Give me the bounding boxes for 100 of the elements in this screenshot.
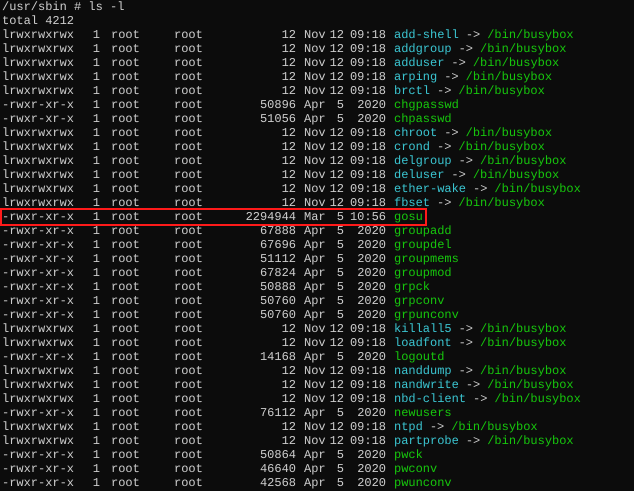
group-text: root bbox=[174, 392, 204, 406]
time-text: 09:18 bbox=[348, 392, 386, 406]
month-text: Apr bbox=[304, 280, 326, 294]
group-text: root bbox=[174, 182, 204, 196]
link-target: /bin/busybox bbox=[466, 126, 552, 140]
file-name: chroot bbox=[394, 126, 438, 140]
day-text: 12 bbox=[328, 126, 344, 140]
link-target: /bin/busybox bbox=[494, 392, 581, 406]
size-text: 12 bbox=[280, 154, 296, 168]
owner-text: root bbox=[111, 28, 141, 42]
owner-text: root bbox=[111, 476, 141, 490]
day-text: 12 bbox=[328, 168, 344, 182]
owner-text: root bbox=[111, 42, 141, 56]
link-target: /bin/busybox bbox=[472, 168, 560, 182]
file-name: pwck bbox=[394, 448, 423, 462]
permissions-text: lrwxrwxrwx bbox=[2, 70, 74, 84]
link-target: /bin/busybox bbox=[480, 336, 566, 350]
day-text: 12 bbox=[328, 84, 344, 98]
size-text: 42568 bbox=[258, 476, 296, 490]
day-text: 5 bbox=[336, 476, 344, 490]
permissions-text: lrwxrwxrwx bbox=[2, 336, 74, 350]
month-text: Nov bbox=[304, 168, 326, 182]
link-target: /bin/busybox bbox=[487, 28, 574, 42]
group-text: root bbox=[174, 434, 204, 448]
permissions-text: -rwxr-xr-x bbox=[2, 252, 74, 266]
month-text: Apr bbox=[304, 462, 326, 476]
link-count-text: 1 bbox=[92, 252, 100, 266]
size-text: 12 bbox=[280, 28, 296, 42]
time-text: 2020 bbox=[356, 448, 386, 462]
time-text: 09:18 bbox=[348, 378, 386, 392]
permissions-text: -rwxr-xr-x bbox=[2, 308, 74, 322]
time-text: 10:56 bbox=[348, 210, 386, 224]
file-name: logoutd bbox=[394, 350, 444, 364]
time-text: 09:18 bbox=[348, 336, 386, 350]
link-target: /bin/busybox bbox=[458, 196, 545, 210]
time-text: 2020 bbox=[356, 238, 386, 252]
owner-text: root bbox=[111, 56, 141, 70]
time-text: 2020 bbox=[356, 476, 386, 490]
permissions-text: lrwxrwxrwx bbox=[2, 84, 74, 98]
owner-text: root bbox=[111, 238, 141, 252]
month-text: Apr bbox=[304, 112, 326, 126]
group-text: root bbox=[174, 224, 204, 238]
file-name: nbd-client bbox=[394, 392, 466, 406]
link-count-text: 1 bbox=[92, 448, 100, 462]
month-text: Nov bbox=[304, 154, 326, 168]
permissions-text: lrwxrwxrwx bbox=[2, 126, 74, 140]
time-text: 09:18 bbox=[348, 196, 386, 210]
link-arrow: -> bbox=[444, 70, 459, 84]
day-text: 12 bbox=[328, 322, 344, 336]
group-text: root bbox=[174, 140, 204, 154]
file-name: groupmems bbox=[394, 252, 459, 266]
time-text: 09:18 bbox=[348, 126, 386, 140]
month-text: Apr bbox=[304, 98, 326, 112]
file-name: nandwrite bbox=[394, 378, 459, 392]
time-text: 09:18 bbox=[348, 364, 386, 378]
month-text: Apr bbox=[304, 224, 326, 238]
day-text: 12 bbox=[328, 140, 344, 154]
permissions-text: -rwxr-xr-x bbox=[2, 350, 74, 364]
owner-text: root bbox=[111, 126, 141, 140]
permissions-text: -rwxr-xr-x bbox=[2, 280, 74, 294]
permissions-text: -rwxr-xr-x bbox=[2, 238, 74, 252]
link-count-text: 1 bbox=[92, 266, 100, 280]
file-name: grpck bbox=[394, 280, 430, 294]
month-text: Nov bbox=[304, 28, 326, 42]
group-text: root bbox=[174, 168, 204, 182]
size-text: 50760 bbox=[258, 294, 296, 308]
time-text: 2020 bbox=[356, 350, 386, 364]
link-target: /bin/busybox bbox=[487, 434, 574, 448]
file-name: chpasswd bbox=[394, 112, 452, 126]
size-text: 46640 bbox=[258, 462, 296, 476]
link-target: /bin/busybox bbox=[466, 70, 552, 84]
group-text: root bbox=[174, 280, 204, 294]
file-name: groupdel bbox=[394, 238, 452, 252]
owner-text: root bbox=[111, 140, 141, 154]
link-count-text: 1 bbox=[92, 406, 100, 420]
day-text: 5 bbox=[336, 308, 344, 322]
owner-text: root bbox=[111, 336, 141, 350]
permissions-text: -rwxr-xr-x bbox=[2, 266, 74, 280]
month-text: Nov bbox=[304, 140, 326, 154]
file-name: delgroup bbox=[394, 154, 452, 168]
link-arrow: -> bbox=[458, 364, 474, 378]
link-target: /bin/busybox bbox=[480, 42, 566, 56]
owner-text: root bbox=[111, 182, 141, 196]
permissions-text: lrwxrwxrwx bbox=[2, 196, 74, 210]
month-text: Apr bbox=[304, 238, 326, 252]
size-text: 12 bbox=[280, 182, 296, 196]
group-text: root bbox=[174, 84, 204, 98]
permissions-text: lrwxrwxrwx bbox=[2, 392, 74, 406]
size-text: 12 bbox=[280, 420, 296, 434]
size-text: 12 bbox=[280, 126, 296, 140]
link-target: /bin/busybox bbox=[480, 364, 566, 378]
month-text: Nov bbox=[304, 70, 326, 84]
month-text: Apr bbox=[304, 308, 326, 322]
month-text: Nov bbox=[304, 434, 326, 448]
link-count-text: 1 bbox=[92, 56, 100, 70]
owner-text: root bbox=[111, 224, 141, 238]
size-text: 50888 bbox=[258, 280, 296, 294]
month-text: Apr bbox=[304, 448, 326, 462]
file-name: nanddump bbox=[394, 364, 452, 378]
group-text: root bbox=[174, 364, 204, 378]
